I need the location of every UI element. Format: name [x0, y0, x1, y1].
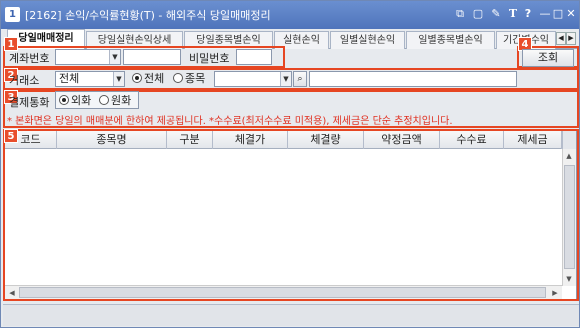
status-bar	[3, 304, 579, 326]
radio-foreign-label: 외화	[71, 94, 92, 107]
account-group-badge: 1	[4, 37, 18, 51]
window-number-icon: 1	[5, 7, 20, 22]
close-icon[interactable]: ✕	[564, 7, 578, 21]
account-name-field	[123, 49, 181, 65]
exchange-select[interactable]: 전체 ▼	[55, 71, 125, 87]
account-label: 계좌번호	[9, 52, 50, 65]
radio-unselected-icon	[173, 73, 183, 83]
radio-selected-icon	[59, 95, 69, 105]
tab-daily-item-realized[interactable]: 일별종목별손익	[406, 31, 495, 49]
title-bar: 1 [2162] 손익/수익률현황(T) - 해외주식 당일매매정리 ⧉ ▢ ✎…	[1, 1, 579, 29]
radio-all-label: 전체	[144, 72, 165, 85]
item-search-icon[interactable]: ⌕	[293, 71, 307, 87]
chevron-down-icon[interactable]: ▼	[280, 72, 291, 86]
exchange-label: 거래소	[9, 74, 40, 87]
radio-unselected-icon	[99, 95, 109, 105]
window-title: [2162] 손익/수익률현황(T) - 해외주식 당일매매정리	[25, 9, 271, 22]
password-input[interactable]	[236, 49, 272, 65]
help-icon[interactable]: ?	[521, 7, 535, 21]
main-window: 1 [2162] 손익/수익률현황(T) - 해외주식 당일매매정리 ⧉ ▢ ✎…	[0, 0, 580, 328]
password-label: 비밀번호	[189, 52, 230, 65]
currency-label: 결제통화	[9, 96, 50, 109]
item-code-select[interactable]: ▼	[214, 71, 292, 87]
notice-text: * 본화면은 당일의 매매분에 한하여 제공됩니다. *수수료(최저수수료 미적…	[7, 116, 453, 127]
maximize-icon[interactable]: □	[551, 7, 565, 21]
radio-won[interactable]: 원화	[99, 94, 131, 108]
copy-window-icon[interactable]: ▢	[471, 7, 485, 21]
item-name-field	[309, 71, 517, 87]
font-size-icon[interactable]: T	[506, 7, 520, 21]
account-number-select[interactable]: ▼	[55, 49, 121, 65]
radio-won-label: 원화	[111, 94, 132, 107]
chevron-down-icon[interactable]: ▼	[109, 50, 120, 64]
link-window-icon[interactable]: ⧉	[453, 7, 467, 21]
search-button[interactable]: 조회	[522, 49, 574, 67]
grid-group-badge: 5	[4, 129, 18, 143]
radio-item-label: 종목	[185, 72, 206, 85]
exchange-value: 전체	[59, 72, 80, 85]
tab-daily-realized-pnl[interactable]: 일별실현손익	[330, 31, 405, 49]
grid-group-highlight	[3, 129, 579, 301]
radio-selected-icon	[132, 73, 142, 83]
minimize-icon[interactable]: —	[538, 7, 552, 21]
radio-item[interactable]: 종목	[173, 72, 205, 86]
tab-next-icon[interactable]: ▶	[566, 32, 576, 45]
edit-icon[interactable]: ✎	[489, 7, 503, 21]
tab-prev-icon[interactable]: ◀	[556, 32, 566, 45]
chevron-down-icon[interactable]: ▼	[113, 72, 124, 86]
radio-foreign-currency[interactable]: 외화	[59, 94, 91, 108]
radio-all[interactable]: 전체	[132, 72, 164, 86]
